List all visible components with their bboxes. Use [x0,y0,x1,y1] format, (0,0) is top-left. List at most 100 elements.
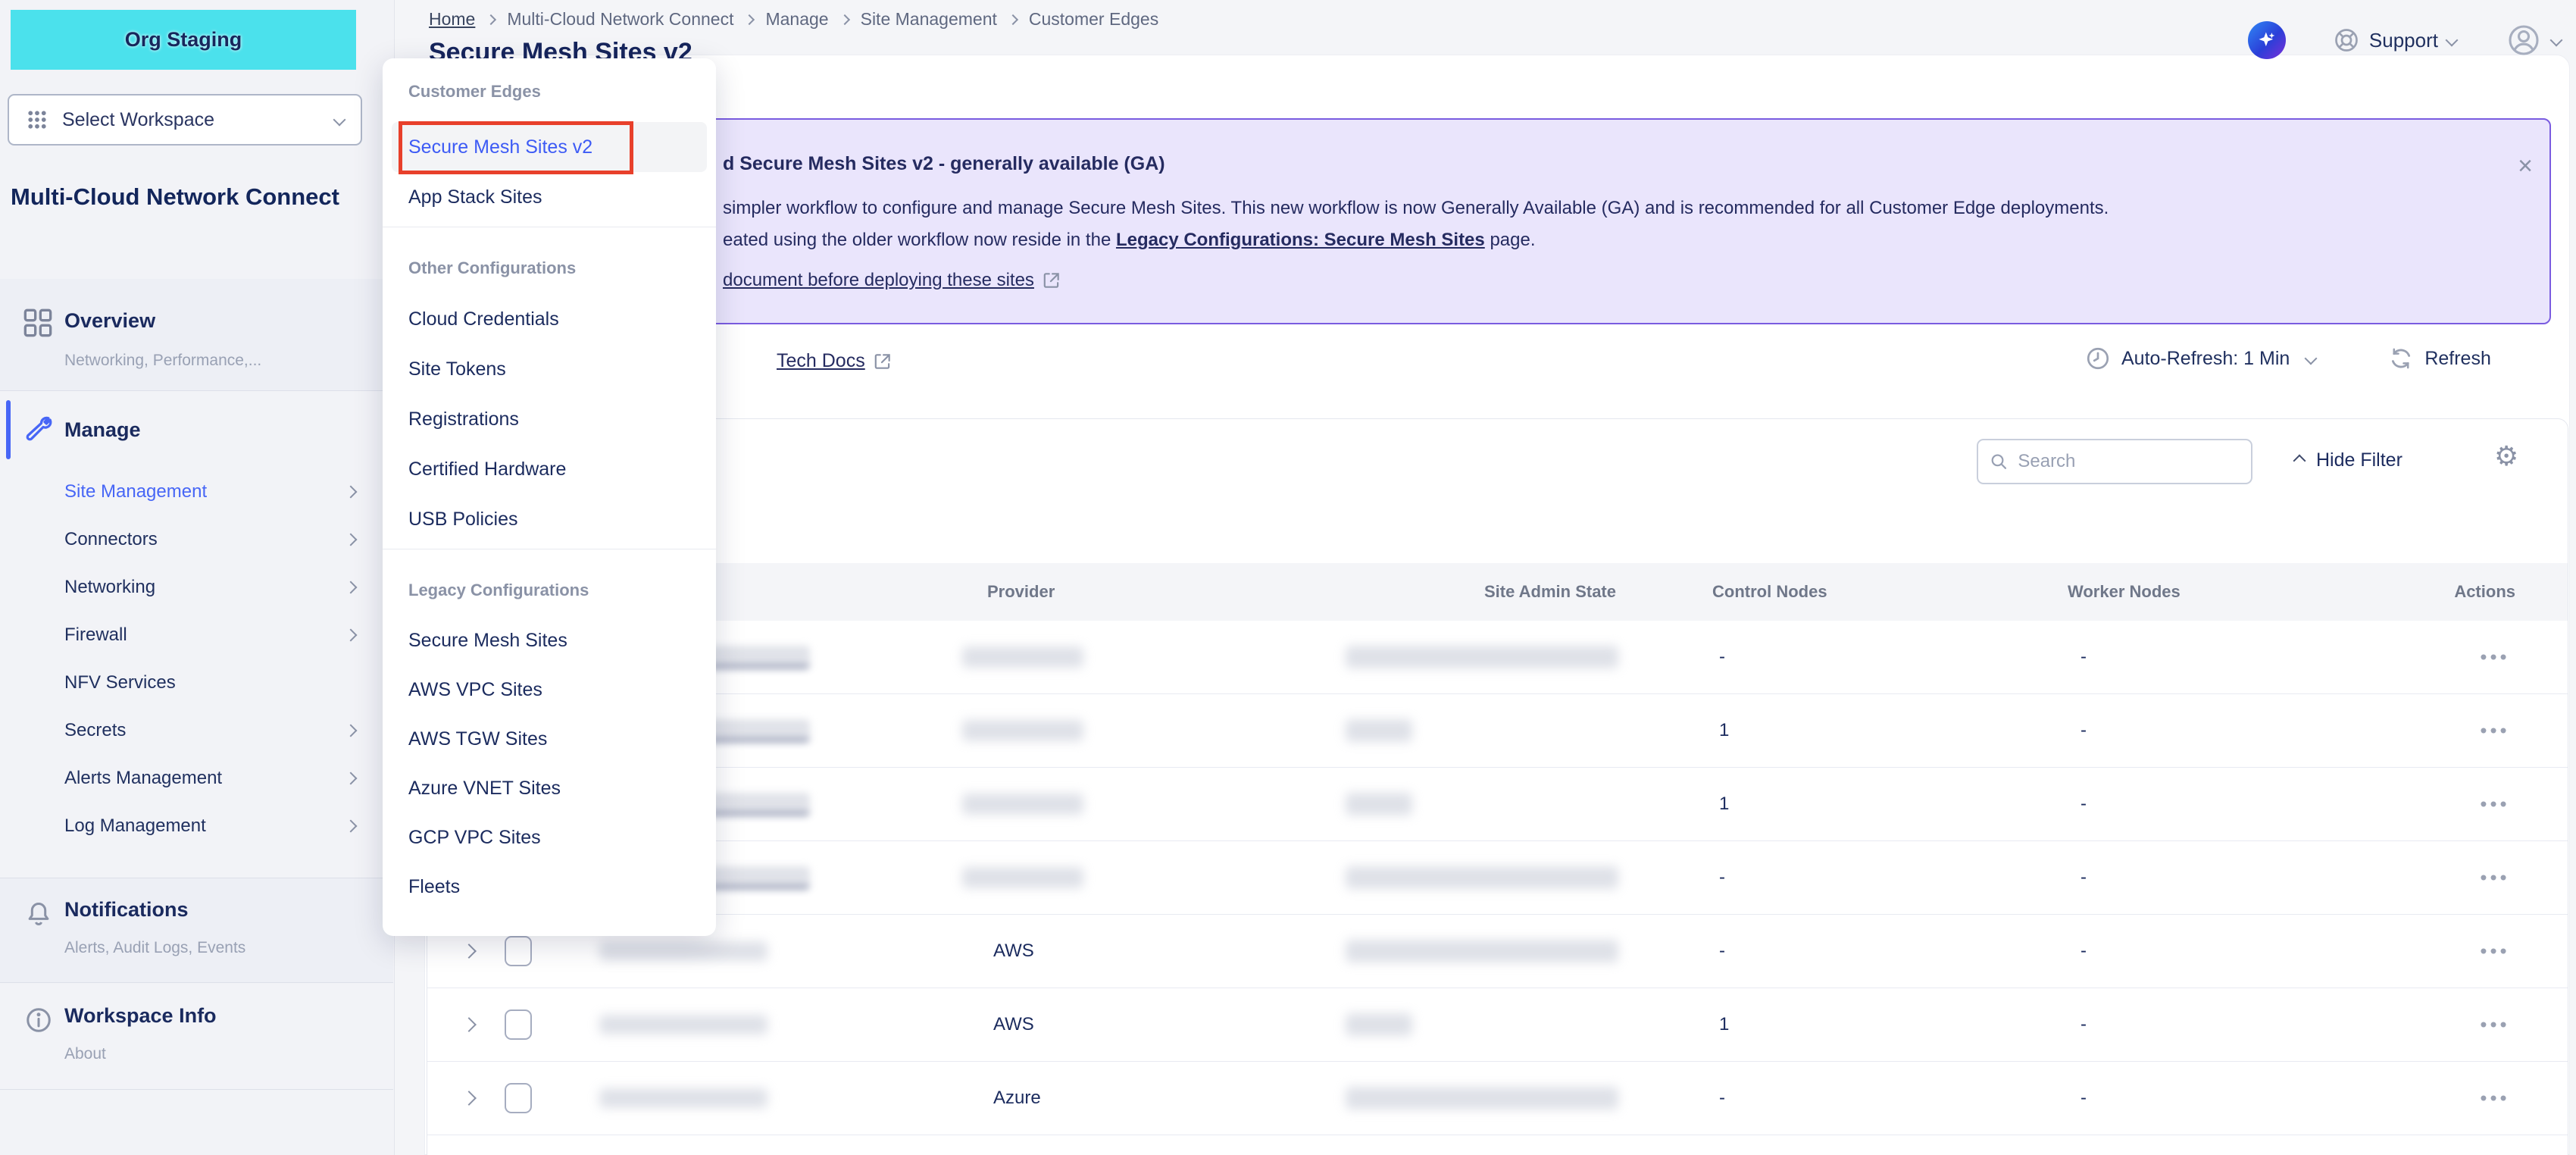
expand-chevron-icon[interactable] [461,1017,477,1032]
control-nodes-cell: 1 [1719,793,1729,815]
dropdown-item-secure-mesh-sites[interactable]: Secure Mesh Sites [383,616,716,665]
dropdown-section-header: Legacy Configurations [383,571,716,610]
provider-redacted [962,867,1083,888]
control-nodes-cell: 1 [1719,1014,1729,1035]
sidebar-notifications-label: Notifications [64,898,189,922]
sidebar-overview-label: Overview [64,309,155,333]
sidebar-item-connectors[interactable]: Connectors [0,515,393,563]
dropdown-item-aws-tgw-sites[interactable]: AWS TGW Sites [383,715,716,764]
wrench-icon [23,415,53,446]
refresh-button[interactable]: Refresh [2424,348,2491,370]
gear-icon[interactable]: ⚙ [2494,440,2518,472]
chevron-right-icon [345,533,358,546]
breadcrumb-item[interactable]: Multi-Cloud Network Connect [507,9,733,30]
bell-icon [24,900,53,928]
refresh-icon [2388,346,2414,371]
provider-cell: Azure [993,1088,1041,1109]
search-field[interactable] [2016,450,2240,473]
chevron-down-icon[interactable] [2305,352,2318,365]
row-checkbox[interactable] [505,1083,532,1113]
sidebar-item-site-management[interactable]: Site Management [0,468,393,515]
dropdown-item-certified-hardware[interactable]: Certified Hardware [383,444,716,494]
doc-link[interactable]: document before deploying these sites [723,270,1061,291]
dropdown-item-registrations[interactable]: Registrations [383,394,716,444]
row-actions-menu[interactable]: ••• [2468,646,2521,669]
breadcrumb-item[interactable]: Site Management [861,9,997,30]
support-menu[interactable]: Support [2333,27,2456,54]
breadcrumb-separator-icon [839,14,850,24]
dropdown-item-fleets[interactable]: Fleets [383,862,716,912]
sidebar-item-label: Alerts Management [64,768,222,789]
table-row: Azure--••• [427,1062,2568,1135]
worker-nodes-cell: - [2080,941,2087,962]
dropdown-item-aws-vpc-sites[interactable]: AWS VPC Sites [383,665,716,715]
expand-chevron-icon[interactable] [461,1091,477,1106]
tech-docs-link[interactable]: Tech Docs [777,350,893,372]
site-admin-state-redacted [1346,940,1618,962]
provider-redacted [962,646,1083,668]
sidebar-item-firewall[interactable]: Firewall [0,611,393,659]
chevron-down-icon [2550,34,2563,47]
col-site-admin-state: Site Admin State [1484,582,1616,602]
site-admin-state-redacted [1346,793,1412,815]
chevron-down-icon [2446,34,2459,47]
sidebar-item-nfv-services[interactable]: NFV Services [0,659,393,706]
sidebar-item-log-management[interactable]: Log Management [0,802,393,850]
row-actions-menu[interactable]: ••• [2468,940,2521,963]
sidebar-workspace-info-sub: About [64,1045,106,1063]
chevron-down-icon [333,114,346,127]
control-nodes-cell: 1 [1719,720,1729,741]
dropdown-item-gcp-vpc-sites[interactable]: GCP VPC Sites [383,813,716,862]
legacy-configs-link[interactable]: Legacy Configurations: Secure Mesh Sites [1116,230,1485,250]
table-row: AWS1-••• [427,988,2568,1062]
dropdown-item-site-tokens[interactable]: Site Tokens [383,344,716,394]
row-actions-menu[interactable]: ••• [2468,793,2521,816]
breadcrumb-item[interactable]: Home [429,9,475,30]
dropdown-item-app-stack-sites[interactable]: App Stack Sites [383,172,716,222]
provider-redacted [962,720,1083,741]
sidebar-item-manage[interactable]: Manage [64,418,141,442]
sidebar-item-notifications[interactable]: Notifications Alerts, Audit Logs, Events [0,878,393,982]
sidebar-item-secrets[interactable]: Secrets [0,706,393,754]
auto-refresh-label[interactable]: Auto-Refresh: 1 Min [2121,348,2290,370]
site-admin-state-redacted [1346,1013,1412,1036]
dropdown-section-header: Other Configurations [383,249,716,288]
tech-docs-label: Tech Docs [777,350,865,372]
banner-title: d Secure Mesh Sites v2 - generally avail… [723,153,1165,175]
sidebar-item-label: Secrets [64,720,126,741]
worker-nodes-cell: - [2080,646,2087,668]
table-row: --••• [427,621,2568,694]
external-link-icon [873,352,893,371]
site-admin-state-redacted [1346,646,1618,668]
sidebar-item-overview[interactable]: Overview Networking, Performance,... [0,279,393,390]
table-row: --••• [427,841,2568,915]
search-input[interactable] [1977,439,2252,484]
account-menu[interactable] [2506,23,2561,58]
site-name-redacted [599,941,767,961]
breadcrumb-item[interactable]: Manage [765,9,828,30]
breadcrumb-item[interactable]: Customer Edges [1029,9,1158,30]
chevron-right-icon [345,628,358,641]
row-actions-menu[interactable]: ••• [2468,1013,2521,1037]
workspace-selector[interactable]: Select Workspace [8,94,362,146]
support-label: Support [2369,29,2438,52]
col-actions: Actions [2454,582,2515,602]
dropdown-item-azure-vnet-sites[interactable]: Azure VNET Sites [383,764,716,813]
control-nodes-cell: - [1719,941,1725,962]
row-checkbox[interactable] [505,936,532,966]
row-actions-menu[interactable]: ••• [2468,719,2521,743]
row-actions-menu[interactable]: ••• [2468,1087,2521,1110]
sidebar-item-alerts-management[interactable]: Alerts Management [0,754,393,802]
divider [0,1089,393,1090]
row-checkbox[interactable] [505,1009,532,1040]
expand-chevron-icon[interactable] [461,944,477,959]
dropdown-item-cloud-credentials[interactable]: Cloud Credentials [383,294,716,344]
sidebar-item-workspace-info[interactable]: Workspace Info About [0,983,393,1089]
sidebar-item-networking[interactable]: Networking [0,563,393,611]
row-actions-menu[interactable]: ••• [2468,866,2521,890]
ai-assistant-icon[interactable] [2248,21,2286,59]
provider-redacted [962,793,1083,815]
hide-filter-toggle[interactable]: Hide Filter [2295,449,2402,471]
close-icon[interactable]: × [2518,153,2533,179]
dropdown-item-usb-policies[interactable]: USB Policies [383,494,716,544]
